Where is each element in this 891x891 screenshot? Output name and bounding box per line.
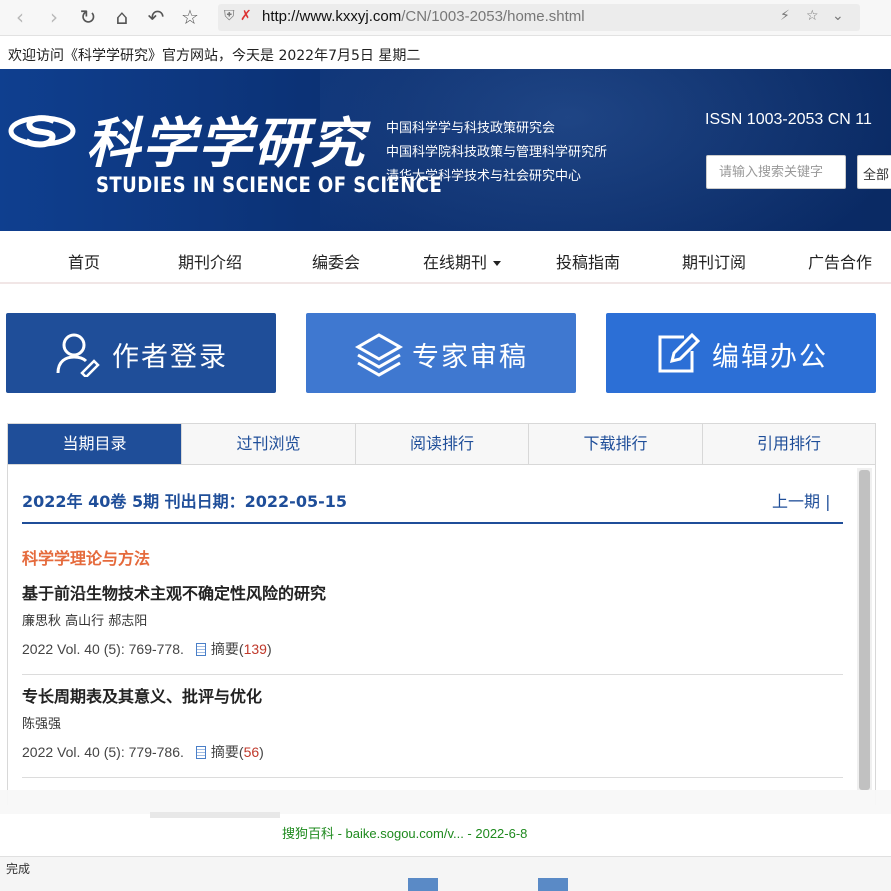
favorite-star-icon[interactable]: ☆ [178,5,202,29]
layers-stack-icon [354,333,404,377]
abstract-count-2: 56 [243,744,260,760]
sogou-baike-source[interactable]: 搜狗百科 - baike.sogou.com/v... - 2022-6-8 [282,823,527,842]
heading-divider [22,522,843,524]
author-user-icon [56,333,100,377]
refresh-icon[interactable]: ↻ [76,5,100,29]
edit-pencil-icon [658,332,700,373]
tab-most-cited[interactable]: 引用排行 [703,424,875,464]
expert-review-button[interactable]: 专家审稿 [306,313,576,393]
author-login-button[interactable]: 作者登录 [6,313,276,393]
overlay-strip [0,790,891,814]
site-banner: 科学学研究 STUDIES IN SCIENCE OF SCIENCE 中国科学… [0,69,891,231]
author-login-label: 作者登录 [112,342,228,373]
nav-submission-guide[interactable]: 投稿指南 [556,249,620,273]
lightning-icon[interactable]: ⚡ [780,8,790,24]
search-input[interactable] [706,155,846,189]
tab-past-issues[interactable]: 过刊浏览 [182,424,356,464]
article-title-2[interactable]: 专长周期表及其意义、批评与优化 [22,683,262,707]
editorial-office-label: 编辑办公 [712,342,828,373]
taskbar-fragment [408,878,438,891]
issn-cn: ISSN 1003-2053 CN 11 [705,111,872,128]
overlay-thumbnail [150,812,280,818]
nav-advertising[interactable]: 广告合作 [808,249,872,273]
main-nav: 首页 期刊介绍 编委会 在线期刊 投稿指南 期刊订阅 广告合作 [0,232,891,284]
expert-review-label: 专家审稿 [412,342,528,373]
article-meta-2: 2022 Vol. 40 (5): 779-786. 摘要(56) [22,744,264,760]
url-host: http://www.kxxyj.com [262,8,402,25]
tab-current-issue[interactable]: 当期目录 [8,424,182,464]
browser-toolbar: ‹ › ↻ ⌂ ↶ ☆ ⛨ ✗ http://www.kxxyj.com/CN/… [0,0,891,36]
home-icon[interactable]: ⌂ [110,5,134,29]
article-citation-2: 2022 Vol. 40 (5): 779-786. [22,744,184,760]
article-title-1[interactable]: 基于前沿生物技术主观不确定性风险的研究 [22,580,326,604]
abstract-doc-icon [195,643,206,656]
caret-down-icon [493,261,502,266]
undo-icon[interactable]: ↶ [144,5,168,29]
forward-icon[interactable]: › [42,5,66,29]
tab-most-downloaded[interactable]: 下载排行 [529,424,703,464]
editorial-office-button[interactable]: 编辑办公 [606,313,876,393]
issue-tabs: 当期目录 过刊浏览 阅读排行 下载排行 引用排行 [7,423,876,465]
nav-home[interactable]: 首页 [68,249,100,273]
back-icon[interactable]: ‹ [8,5,32,29]
article-divider [22,674,843,675]
not-secure-icon: ✗ [240,8,252,24]
url-path: /CN/1003-2053/home.shtml [401,8,585,25]
welcome-bar: 欢迎访问《科学学研究》官方网站，今天是 2022年7月5日 星期二 [0,37,891,69]
toc-scroll-thumb[interactable] [859,470,870,790]
abstract-link-2[interactable]: 摘要 [211,744,239,760]
status-text: 完成 [6,862,31,876]
browser-status-bar [0,856,891,891]
bookmark-star-icon[interactable]: ☆ [806,8,819,24]
logo-s-icon [8,115,76,148]
previous-issue-link[interactable]: 上一期 | [772,488,830,512]
nav-subscription[interactable]: 期刊订阅 [682,249,746,273]
nav-editorial-board[interactable]: 编委会 [312,249,360,273]
org-1: 中国科学学与科技政策研究会 [386,121,556,136]
chevron-down-icon[interactable]: ⌄ [832,8,844,24]
nav-online-journal-label: 在线期刊 [423,253,488,272]
tab-most-read[interactable]: 阅读排行 [356,424,529,464]
org-2: 中国科学院科技政策与管理科学研究所 [386,145,608,160]
article-citation-1: 2022 Vol. 40 (5): 769-778. [22,641,184,657]
article-meta-1: 2022 Vol. 40 (5): 769-778. 摘要(139) [22,641,272,657]
search-scope-select[interactable]: 全部 [857,155,891,189]
org-3: 清华大学科学技术与社会研究中心 [386,169,582,184]
abstract-count-1: 139 [243,641,267,657]
address-bar[interactable]: ⛨ ✗ http://www.kxxyj.com/CN/1003-2053/ho… [218,4,860,31]
url-text: http://www.kxxyj.com/CN/1003-2053/home.s… [262,8,585,25]
nav-online-journal[interactable]: 在线期刊 [423,249,502,273]
taskbar-fragment [538,878,568,891]
logo-title: 科学学研究 [86,111,366,175]
article-authors-2: 陈强强 [22,717,62,732]
article-divider [22,777,843,778]
article-authors-1: 廉思秋 高山行 郝志阳 [22,614,148,629]
abstract-doc-icon [195,746,206,759]
abstract-link-1[interactable]: 摘要 [211,641,239,657]
nav-journal-intro[interactable]: 期刊介绍 [178,249,242,273]
security-shield-icon: ⛨ [224,8,235,24]
section-title: 科学学理论与方法 [22,549,151,568]
issue-heading: 2022年 40卷 5期 刊出日期：2022-05-15 [22,492,347,511]
